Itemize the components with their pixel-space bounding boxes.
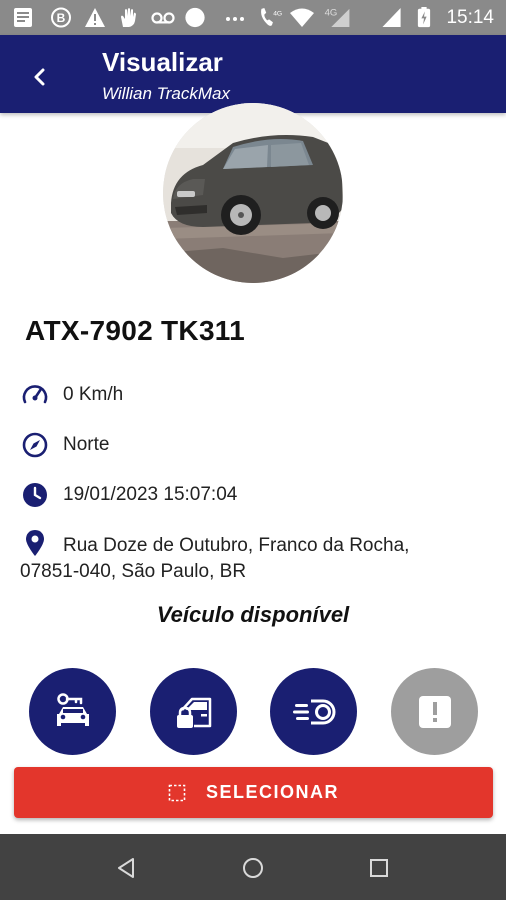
nav-home-button[interactable]: [233, 848, 273, 888]
timestamp-row: 19/01/2023 15:07:04: [20, 480, 237, 510]
page-title: Visualizar: [102, 47, 223, 77]
signal-icon-2: [382, 7, 401, 28]
speed-value: 0 Km/h: [63, 384, 124, 405]
wifi-call-icon: 4G: [261, 7, 282, 26]
nav-back-button[interactable]: [106, 848, 146, 888]
battery-icon: [417, 7, 431, 28]
vehicle-photo: [163, 103, 343, 283]
fast-forward-motion-icon: [292, 699, 335, 724]
network-label-2: 4G: [325, 8, 338, 19]
circle-icon: [185, 7, 205, 28]
nav-recents-icon: [370, 859, 388, 877]
warning-icon: [85, 8, 105, 27]
direction-row: Norte: [20, 430, 109, 460]
svg-text:B: B: [57, 11, 66, 25]
timestamp-value: 19/01/2023 15:07:04: [63, 484, 238, 505]
wifi-icon: [290, 8, 314, 27]
hand-icon: [121, 8, 136, 27]
clock-icon: [20, 480, 50, 510]
select-button-label: SELECIONAR: [205, 782, 339, 802]
voicemail-icon: [151, 12, 175, 24]
screen: B 4G 4G 15:14 Visualizar Willian TrackMa…: [0, 0, 506, 900]
alert-button[interactable]: [391, 668, 478, 755]
back-arrow-icon: [34, 68, 45, 86]
signal-icon-1: 4G: [325, 8, 350, 28]
speed-row: 0 Km/h: [20, 380, 123, 410]
speedometer-icon: [20, 380, 50, 410]
address-value: Rua Doze de Outubro, Franco da Rocha, 07…: [20, 535, 410, 582]
car-image: [163, 103, 343, 283]
status-bar: B 4G 4G 15:14: [0, 0, 506, 35]
page-subtitle: Willian TrackMax: [102, 84, 230, 103]
select-button[interactable]: SELECIONAR: [14, 767, 493, 818]
navigation-bar: [0, 834, 506, 900]
alert-icon: [418, 695, 451, 728]
nav-back-icon: [118, 858, 134, 878]
b-circle-icon: B: [51, 7, 71, 28]
car-key-button[interactable]: [29, 668, 116, 755]
more-icon: [226, 17, 244, 21]
vehicle-status: Veículo disponível: [156, 602, 350, 627]
speed-alert-button[interactable]: [270, 668, 357, 755]
direction-value: Norte: [63, 434, 110, 455]
notes-icon: [14, 8, 32, 27]
car-key-icon: [56, 692, 89, 726]
select-all-icon: [168, 784, 186, 802]
compass-icon: [20, 430, 50, 460]
vehicle-plate: ATX-7902 TK311: [25, 315, 246, 346]
door-lock-button[interactable]: [150, 668, 237, 755]
app-bar: Visualizar Willian TrackMax: [0, 35, 506, 113]
car-door-lock-icon: [176, 697, 211, 728]
nav-home-icon: [243, 858, 263, 878]
network-label-1: 4G: [273, 11, 282, 18]
nav-recents-button[interactable]: [359, 848, 399, 888]
back-button[interactable]: [20, 57, 60, 97]
status-time: 15:14: [446, 7, 494, 28]
